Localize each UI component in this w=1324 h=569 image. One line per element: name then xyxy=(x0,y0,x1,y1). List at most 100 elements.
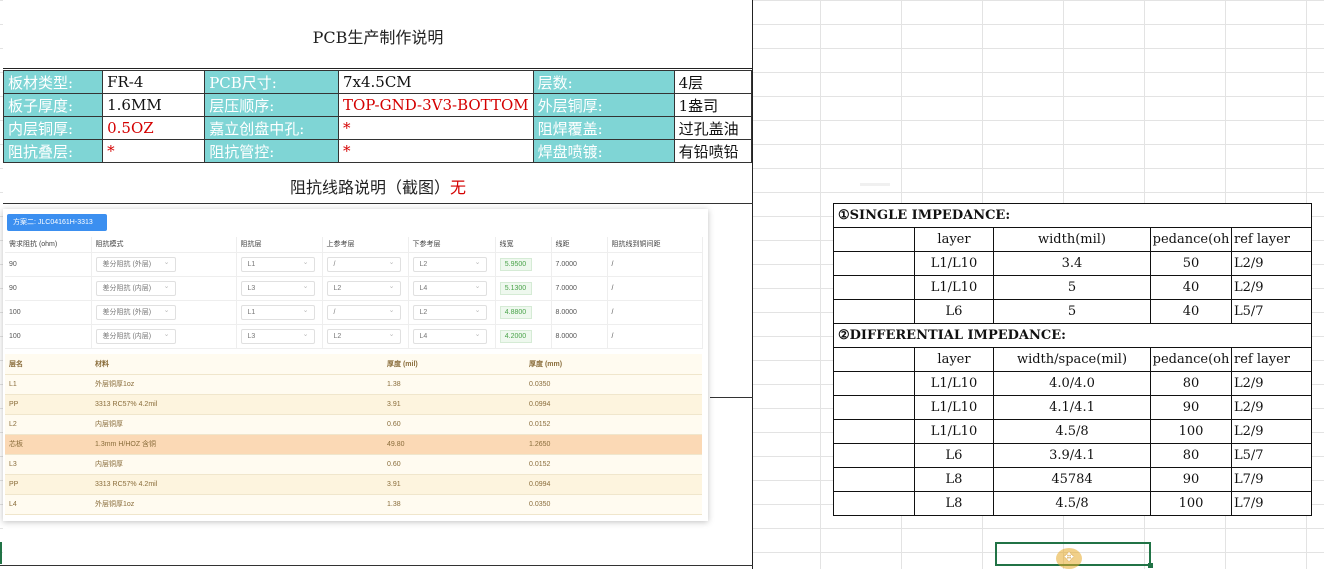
plan-button[interactable]: 方案二: JLC04161H-3313 xyxy=(7,214,107,231)
spec-label[interactable]: 焊盘喷镀: xyxy=(532,139,675,163)
dropdown-select[interactable]: L3 xyxy=(240,328,315,344)
table-cell[interactable]: 4.5/8 xyxy=(993,419,1151,444)
column-header[interactable]: ref layer xyxy=(1231,227,1312,252)
dropdown-select[interactable]: L2 xyxy=(326,280,401,296)
spec-value[interactable]: 0.5OZ xyxy=(102,116,206,140)
table-cell[interactable]: 100 xyxy=(1150,419,1232,444)
table-cell[interactable]: 45784 xyxy=(993,467,1151,492)
table-cell[interactable] xyxy=(833,443,915,468)
table-cell[interactable]: L2/9 xyxy=(1231,371,1312,396)
table-cell[interactable]: 4.5/8 xyxy=(993,491,1151,516)
spec-value[interactable]: 7x4.5CM xyxy=(337,70,534,94)
table-cell[interactable]: L2/9 xyxy=(1231,275,1312,300)
table-cell[interactable]: L8 xyxy=(914,491,994,516)
column-header[interactable] xyxy=(833,227,915,252)
table-cell[interactable]: L6 xyxy=(914,299,994,324)
table-cell[interactable]: 5 xyxy=(993,299,1151,324)
table-cell[interactable] xyxy=(833,371,915,396)
dropdown-select[interactable]: 差分阻抗 (外层) xyxy=(95,304,176,320)
spec-label[interactable]: 层压顺序: xyxy=(204,93,339,117)
table-cell[interactable]: L5/7 xyxy=(1231,299,1312,324)
table-cell[interactable]: L2/9 xyxy=(1231,419,1312,444)
table-cell[interactable]: 3.4 xyxy=(993,251,1151,276)
table-cell[interactable]: L5/7 xyxy=(1231,443,1312,468)
table-cell[interactable]: 4.1/4.1 xyxy=(993,395,1151,420)
dropdown-select[interactable]: / xyxy=(326,304,401,320)
table-cell[interactable]: 5 xyxy=(993,275,1151,300)
table-cell: 8.0000 xyxy=(551,300,608,325)
table-cell[interactable]: 80 xyxy=(1150,443,1232,468)
table-cell[interactable]: 3.9/4.1 xyxy=(993,443,1151,468)
spec-label[interactable]: 板子厚度: xyxy=(2,93,104,117)
spec-table: 板材类型: FR-4 PCB尺寸: 7x4.5CM 层数: 4层板子厚度: 1.6MM 层压顺… xyxy=(2,70,753,163)
spec-label[interactable]: 内层铜厚: xyxy=(2,116,104,140)
table-cell[interactable] xyxy=(833,395,915,420)
column-header[interactable]: pedance(oh xyxy=(1150,347,1232,372)
table-cell[interactable]: L1/L10 xyxy=(914,395,994,420)
table-cell[interactable]: 90 xyxy=(1150,395,1232,420)
column-header[interactable]: layer xyxy=(914,347,994,372)
dropdown-select[interactable]: L3 xyxy=(240,280,315,296)
table-cell[interactable]: L1/L10 xyxy=(914,251,994,276)
spec-label[interactable]: 板材类型: xyxy=(2,70,104,94)
table-cell[interactable]: 4.0/4.0 xyxy=(993,371,1151,396)
column-header[interactable]: width/space(mil) xyxy=(993,347,1151,372)
spec-value[interactable]: 有铅喷铅 xyxy=(673,139,753,163)
spec-label[interactable]: 层数: xyxy=(532,70,675,94)
spec-label[interactable]: 阻焊覆盖: xyxy=(532,116,675,140)
table-cell[interactable]: L7/9 xyxy=(1231,467,1312,492)
dropdown-select[interactable]: L2 xyxy=(326,328,401,344)
spec-value[interactable]: 1.6MM xyxy=(102,93,206,117)
dropdown-select[interactable]: L2 xyxy=(412,304,487,320)
table-cell[interactable]: L1/L10 xyxy=(914,275,994,300)
spec-value[interactable]: * xyxy=(337,116,534,140)
dropdown-select[interactable]: L1 xyxy=(240,256,315,272)
column-header[interactable]: pedance(oh xyxy=(1150,227,1232,252)
spec-value[interactable]: FR-4 xyxy=(102,70,206,94)
table-cell[interactable]: 40 xyxy=(1150,299,1232,324)
column-header[interactable]: ref layer xyxy=(1231,347,1312,372)
spec-label[interactable]: 嘉立创盘中孔: xyxy=(204,116,339,140)
section-title[interactable]: ②DIFFERENTIAL IMPEDANCE: xyxy=(833,323,1312,348)
table-cell[interactable]: 90 xyxy=(1150,467,1232,492)
column-header[interactable]: layer xyxy=(914,227,994,252)
dropdown-select[interactable]: / xyxy=(326,256,401,272)
table-cell[interactable]: L2/9 xyxy=(1231,395,1312,420)
table-cell[interactable]: 100 xyxy=(1150,491,1232,516)
section-title[interactable]: ①SINGLE IMPEDANCE: xyxy=(833,203,1312,228)
table-cell[interactable]: L7/9 xyxy=(1231,491,1312,516)
dropdown-select[interactable]: L2 xyxy=(412,256,487,272)
table-cell[interactable]: L1/L10 xyxy=(914,419,994,444)
spec-label[interactable]: 外层铜厚: xyxy=(532,93,675,117)
spec-value[interactable]: 1盎司 xyxy=(673,93,753,117)
dropdown-select[interactable]: L4 xyxy=(412,280,487,296)
spec-label[interactable]: 阻抗管控: xyxy=(204,139,339,163)
table-cell[interactable]: L6 xyxy=(914,443,994,468)
spec-label[interactable]: 阻抗叠层: xyxy=(2,139,104,163)
table-cell[interactable]: L1/L10 xyxy=(914,371,994,396)
dropdown-select[interactable]: 差分阻抗 (内层) xyxy=(95,280,176,296)
table-cell[interactable]: 80 xyxy=(1150,371,1232,396)
table-cell[interactable]: L2/9 xyxy=(1231,251,1312,276)
spec-value[interactable]: * xyxy=(102,139,206,163)
table-cell[interactable]: 40 xyxy=(1150,275,1232,300)
column-header[interactable] xyxy=(833,347,915,372)
dropdown-select[interactable]: 差分阻抗 (外层) xyxy=(95,256,176,272)
spec-value[interactable]: 4层 xyxy=(673,70,753,94)
table-cell[interactable] xyxy=(833,299,915,324)
dropdown-select[interactable]: L4 xyxy=(412,328,487,344)
table-cell[interactable] xyxy=(833,275,915,300)
table-cell[interactable] xyxy=(833,251,915,276)
table-cell[interactable]: L8 xyxy=(914,467,994,492)
dropdown-select[interactable]: 差分阻抗 (内层) xyxy=(95,328,176,344)
table-cell[interactable] xyxy=(833,467,915,492)
table-cell[interactable] xyxy=(833,491,915,516)
table-cell[interactable]: 50 xyxy=(1150,251,1232,276)
spec-value[interactable]: TOP-GND-3V3-BOTTOM xyxy=(337,93,534,117)
dropdown-select[interactable]: L1 xyxy=(240,304,315,320)
table-cell[interactable] xyxy=(833,419,915,444)
spec-label[interactable]: PCB尺寸: xyxy=(204,70,339,94)
spec-value[interactable]: * xyxy=(337,139,534,163)
spec-value[interactable]: 过孔盖油 xyxy=(673,116,753,140)
column-header[interactable]: width(mil) xyxy=(993,227,1151,252)
